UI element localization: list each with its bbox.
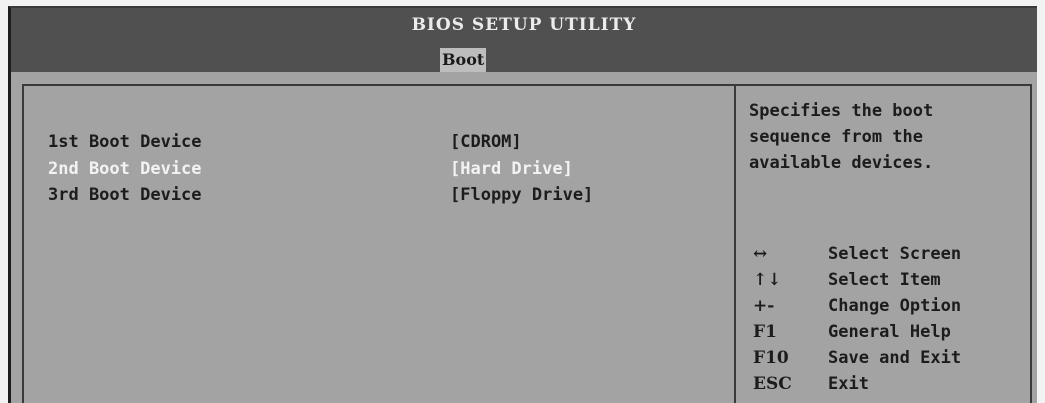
boot-device-row-1[interactable]: 1st Boot Device [CDROM] [24,129,724,155]
help-line: sequence from the [749,127,923,147]
up-down-arrow-icon: ↑↓ [753,270,782,290]
plus-minus-icon: +- [753,296,775,316]
title-bar: BIOS SETUP UTILITY Boot [11,8,1037,72]
key-legend-change-option: +- Change Option [749,293,1029,319]
help-line: available devices. [749,153,934,173]
key-label: F10 [753,348,789,368]
key-legend-general-help: F1 General Help [749,319,1029,345]
boot-device-value[interactable]: [Hard Drive] [450,156,573,182]
key-action: Select Item [828,270,941,290]
key-action: Exit [828,374,869,394]
boot-device-label: 2nd Boot Device [48,159,202,179]
key-legend-exit: ESC Exit [749,371,1029,397]
key-legend-save-exit: F10 Save and Exit [749,345,1029,371]
app-title: BIOS SETUP UTILITY [411,15,637,35]
boot-device-value[interactable]: [Floppy Drive] [450,182,593,208]
left-right-arrow-icon: ↔ [753,244,768,264]
bios-screen: BIOS SETUP UTILITY Boot 1st Boot Device … [8,6,1037,403]
main-panel: 1st Boot Device [CDROM] 2nd Boot Device … [22,84,1032,403]
key-action: Select Screen [828,244,962,264]
key-legend-select-screen: ↔ Select Screen [749,241,1029,267]
key-label: F1 [753,322,777,342]
help-line: Specifies the boot [749,101,934,121]
key-action: General Help [828,322,951,342]
panel-divider [734,86,736,403]
help-text: Specifies the boot sequence from the ava… [749,98,1019,176]
key-action: Save and Exit [828,348,962,368]
boot-device-label: 3rd Boot Device [48,185,202,205]
boot-device-row-2[interactable]: 2nd Boot Device [Hard Drive] [24,156,724,182]
boot-device-value[interactable]: [CDROM] [450,129,522,155]
key-legend-select-item: ↑↓ Select Item [749,267,1029,293]
key-action: Change Option [828,296,962,316]
tab-boot[interactable]: Boot [440,48,487,72]
key-label: ESC [753,374,792,394]
boot-device-row-3[interactable]: 3rd Boot Device [Floppy Drive] [24,182,724,208]
boot-device-label: 1st Boot Device [48,132,202,152]
